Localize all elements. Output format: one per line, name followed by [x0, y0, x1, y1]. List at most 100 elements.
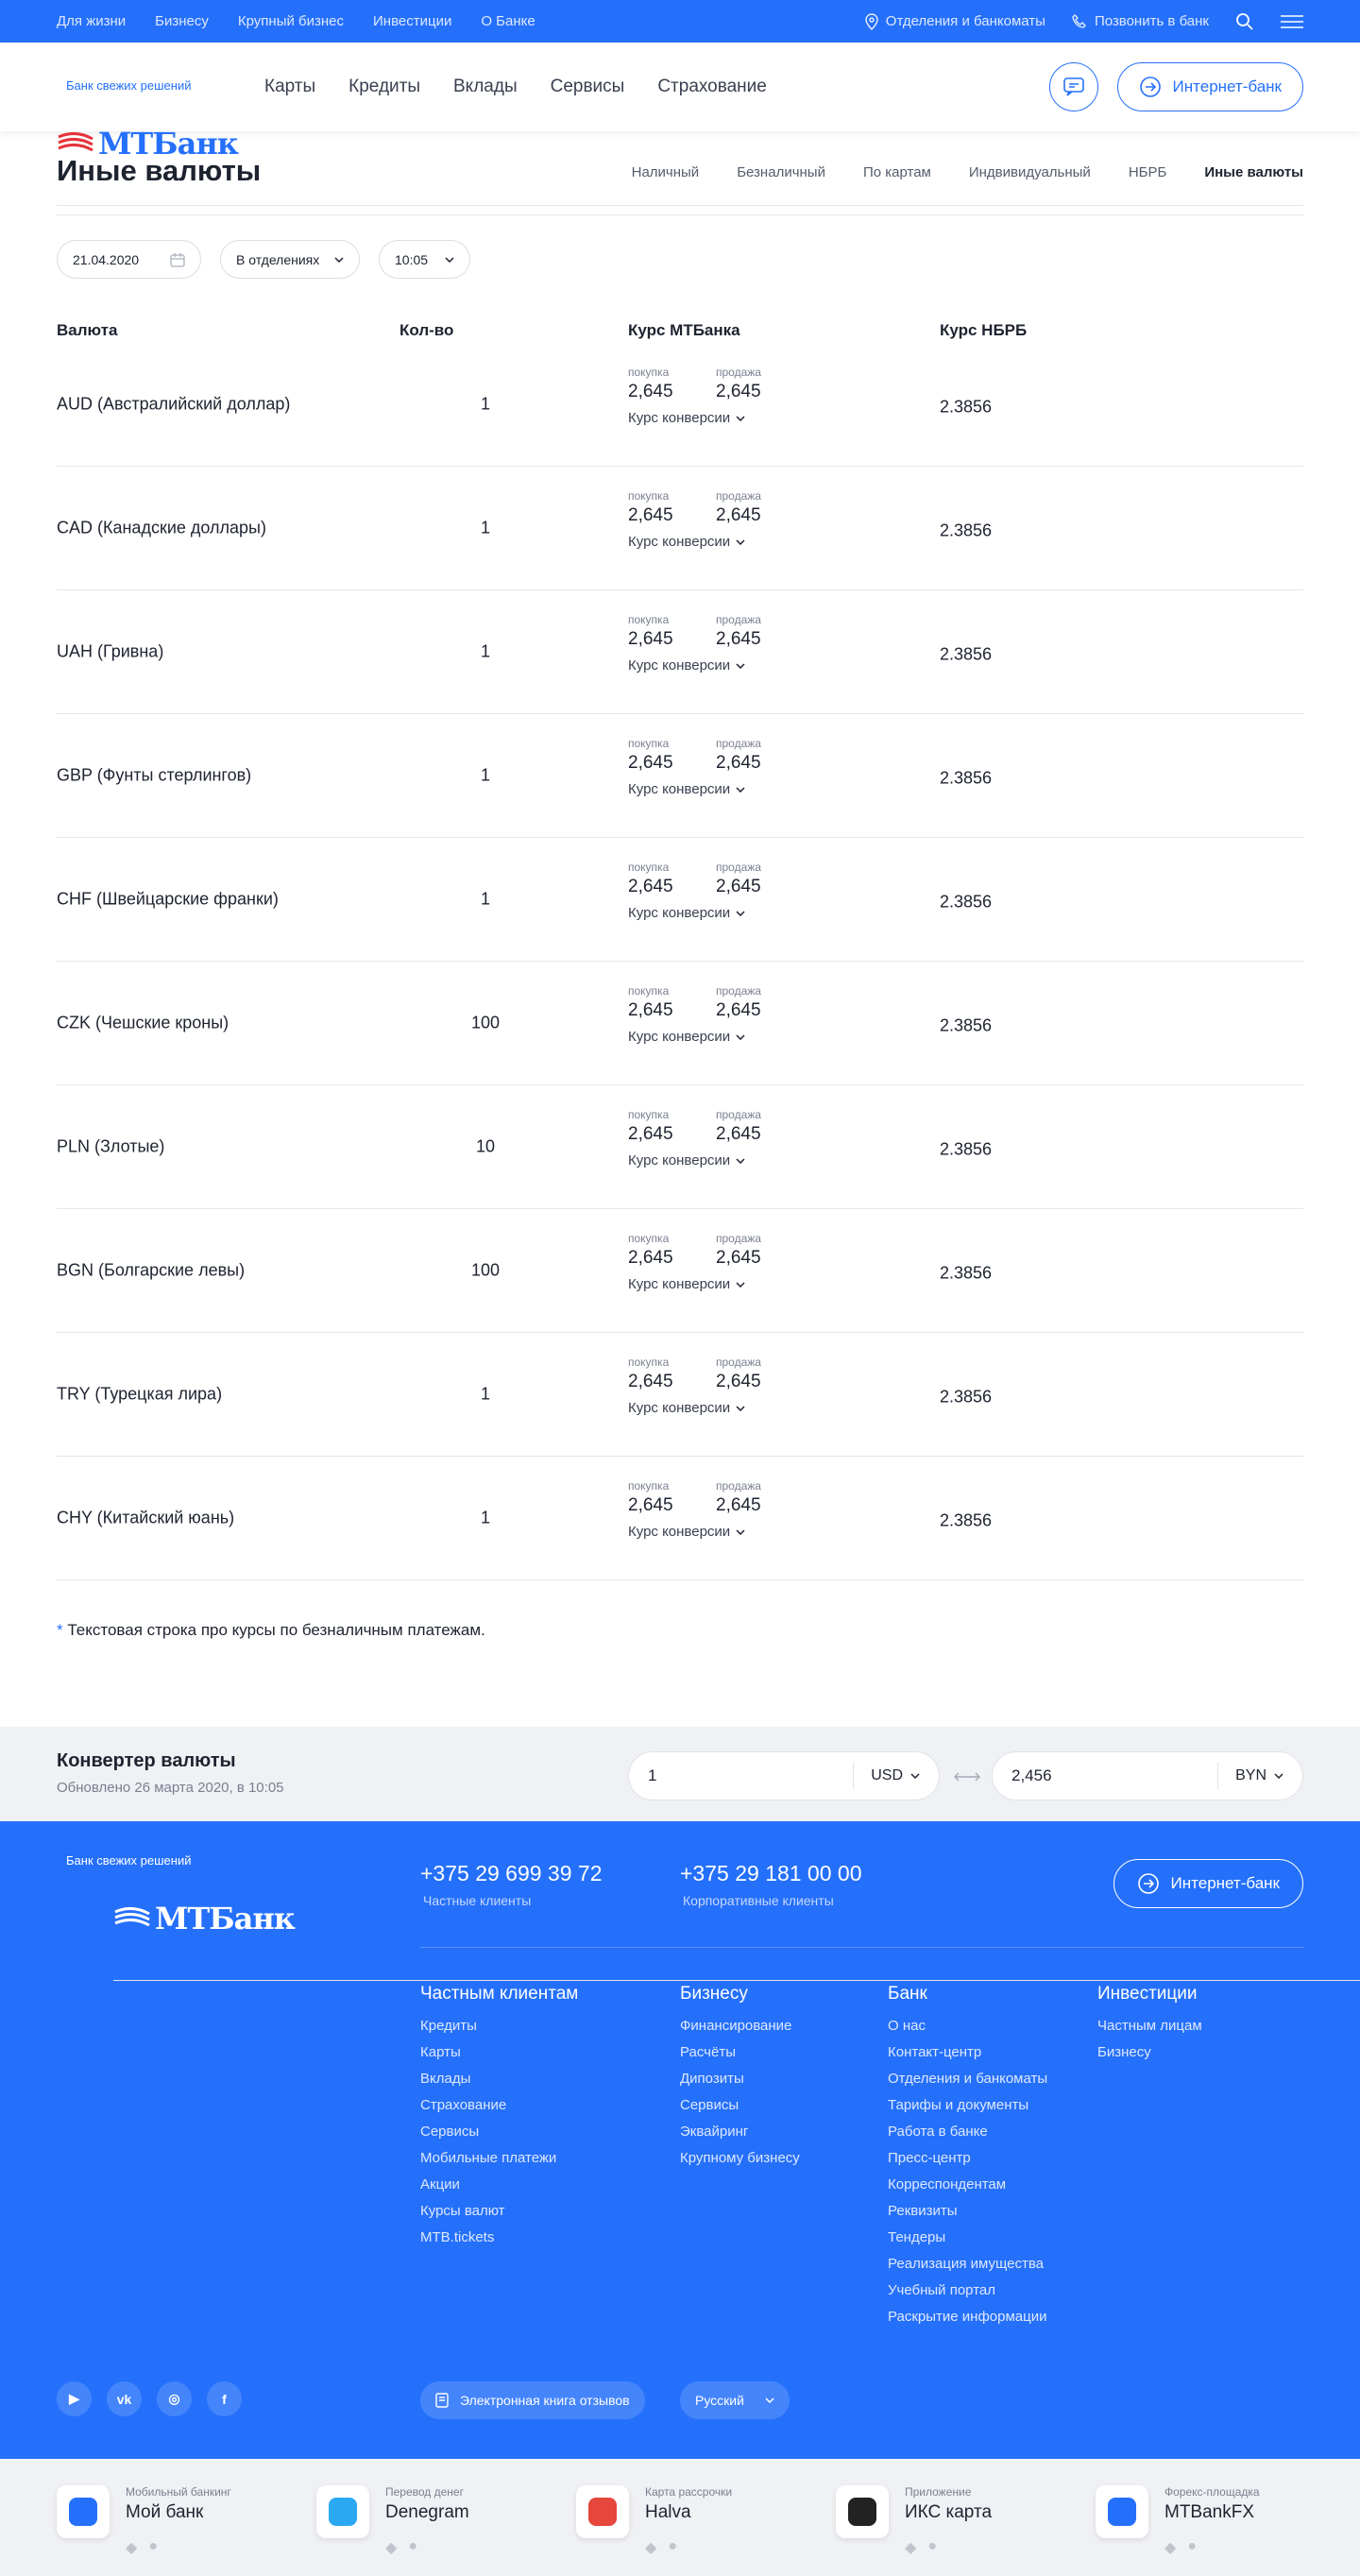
footer-divider — [420, 1947, 1303, 1948]
apple-icon[interactable]: ● — [148, 2538, 158, 2557]
footer-link[interactable]: Финансирование — [680, 2018, 800, 2044]
android-icon[interactable]: ◆ — [385, 2538, 397, 2557]
language-select[interactable]: Русский — [680, 2381, 790, 2419]
time-select[interactable]: 10:05 — [379, 240, 470, 279]
call-link[interactable]: Позвонить в банк — [1072, 13, 1209, 29]
app-item[interactable]: Форекс-площадка MTBankFX ◆ ● — [1096, 2485, 1260, 2557]
tab-item[interactable]: По картам — [863, 164, 931, 180]
conversion-rate-toggle[interactable]: Курс конверсии — [628, 905, 761, 921]
footer-link[interactable]: О нас — [888, 2018, 1047, 2044]
phone-private[interactable]: +375 29 699 39 72 — [420, 1861, 603, 1886]
from-currency-select[interactable]: USD — [853, 1763, 920, 1789]
app-item[interactable]: Карта рассрочки Halva ◆ ● — [576, 2485, 732, 2557]
footer-link[interactable]: Карты — [420, 2044, 578, 2071]
sell-rate: 2,645 — [716, 753, 761, 773]
footer-link[interactable]: Кредиты — [420, 2018, 578, 2044]
footer-link[interactable]: Мобильные платежи — [420, 2150, 578, 2176]
converter-to[interactable]: 2,456 BYN — [992, 1751, 1303, 1800]
footer-link[interactable]: Отделения и банкоматы — [888, 2071, 1047, 2097]
search-icon[interactable] — [1235, 12, 1254, 31]
app-item[interactable]: Перевод денег Denegram ◆ ● — [316, 2485, 469, 2557]
footnote-text: Текстовая строка про курсы по безналичны… — [67, 1621, 485, 1639]
top-link[interactable]: Бизнесу — [155, 13, 209, 29]
top-link[interactable]: Крупный бизнес — [238, 13, 344, 29]
app-item[interactable]: Мобильный банкинг Мой банк ◆ ● — [57, 2485, 231, 2557]
conversion-rate-toggle[interactable]: Курс конверсии — [628, 1400, 761, 1416]
youtube-icon[interactable]: ▶ — [57, 2381, 92, 2416]
to-amount[interactable]: 2,456 — [1012, 1766, 1052, 1785]
android-icon[interactable]: ◆ — [645, 2538, 656, 2557]
reviews-book-button[interactable]: Электронная книга отзывов — [420, 2381, 645, 2419]
facebook-icon[interactable]: f — [207, 2381, 242, 2416]
tab-item[interactable]: НБРБ — [1129, 164, 1167, 180]
footer-internet-bank-button[interactable]: Интернет-банк — [1113, 1859, 1303, 1908]
conversion-rate-toggle[interactable]: Курс конверсии — [628, 657, 761, 674]
footer-link[interactable]: MTB.tickets — [420, 2229, 578, 2256]
footer-link[interactable]: Сервисы — [680, 2097, 800, 2124]
tab-item[interactable]: Безналичный — [737, 164, 825, 180]
footer-link[interactable]: Дипозиты — [680, 2071, 800, 2097]
top-link[interactable]: Для жизни — [57, 13, 126, 29]
place-select[interactable]: В отделениях — [220, 240, 360, 279]
footer-link[interactable]: Учебный портал — [888, 2282, 1047, 2309]
chevron-down-icon — [736, 662, 745, 669]
tab-item[interactable]: Наличный — [632, 164, 700, 180]
currency-qty: 1 — [480, 1384, 490, 1404]
swap-icon[interactable] — [954, 1772, 980, 1782]
footer-link[interactable]: Тендеры — [888, 2229, 1047, 2256]
footer-link[interactable]: Страхование — [420, 2097, 578, 2124]
footer-link[interactable]: Расчёты — [680, 2044, 800, 2071]
apple-icon[interactable]: ● — [668, 2538, 677, 2557]
apple-icon[interactable]: ● — [408, 2538, 417, 2557]
footer-link[interactable]: Акции — [420, 2176, 578, 2203]
android-icon[interactable]: ◆ — [126, 2538, 137, 2557]
logo[interactable]: МТБанк Банк свежих решений — [57, 78, 1303, 206]
footer-link[interactable]: Курсы валют — [420, 2203, 578, 2229]
footer-link[interactable]: Частным лицам — [1097, 2018, 1202, 2044]
footer-link[interactable]: Работа в банке — [888, 2124, 1047, 2150]
footer-link[interactable]: Пресс-центр — [888, 2150, 1047, 2176]
footer-link[interactable]: Тарифы и документы — [888, 2097, 1047, 2124]
conversion-rate-toggle[interactable]: Курс конверсии — [628, 781, 761, 797]
footer-link[interactable]: Сервисы — [420, 2124, 578, 2150]
footer-link[interactable]: Контакт-центр — [888, 2044, 1047, 2071]
footer-link[interactable]: Бизнесу — [1097, 2044, 1202, 2071]
apple-icon[interactable]: ● — [927, 2538, 937, 2557]
branches-link[interactable]: Отделения и банкоматы — [865, 12, 1046, 30]
conversion-rate-toggle[interactable]: Курс конверсии — [628, 1029, 761, 1045]
from-amount[interactable]: 1 — [648, 1766, 656, 1785]
vk-icon[interactable]: vk — [107, 2381, 142, 2416]
conversion-rate-toggle[interactable]: Курс конверсии — [628, 1152, 761, 1169]
date-picker[interactable]: 21.04.2020 — [57, 240, 201, 279]
footer-logo[interactable]: МТБанк Банк свежих решений — [57, 1853, 1360, 1981]
instagram-icon[interactable]: ◎ — [157, 2381, 192, 2416]
conversion-rate-toggle[interactable]: Курс конверсии — [628, 1276, 761, 1292]
sell-rate: 2,645 — [716, 505, 761, 525]
sell-label: продажа — [716, 861, 761, 874]
footer-link[interactable]: Вклады — [420, 2071, 578, 2097]
sell-rate: 2,645 — [716, 1000, 761, 1020]
app-item[interactable]: Приложение ИКС карта ◆ ● — [836, 2485, 992, 2557]
footer-link[interactable]: Эквайринг — [680, 2124, 800, 2150]
top-link[interactable]: О Банке — [481, 13, 535, 29]
conversion-rate-toggle[interactable]: Курс конверсии — [628, 410, 761, 426]
phone-corporate[interactable]: +375 29 181 00 00 — [680, 1861, 862, 1886]
conversion-rate-toggle[interactable]: Курс конверсии — [628, 1524, 761, 1540]
footer-link[interactable]: Раскрытие информации — [888, 2309, 1047, 2335]
nbrb-rate: 2.3856 — [940, 1510, 993, 1530]
footer-link[interactable]: Реализация имущества — [888, 2256, 1047, 2282]
top-link[interactable]: Инвестиции — [373, 13, 451, 29]
footer-link[interactable]: Реквизиты — [888, 2203, 1047, 2229]
android-icon[interactable]: ◆ — [905, 2538, 916, 2557]
tab-item[interactable]: Иные валюты — [1204, 164, 1303, 180]
nbrb-rate: 2.3856 — [940, 1015, 993, 1035]
footer-link[interactable]: Крупному бизнесу — [680, 2150, 800, 2176]
android-icon[interactable]: ◆ — [1164, 2538, 1176, 2557]
tab-item[interactable]: Индвивидуальный — [969, 164, 1091, 180]
to-currency-select[interactable]: BYN — [1217, 1763, 1284, 1789]
conversion-rate-toggle[interactable]: Курс конверсии — [628, 534, 761, 550]
apple-icon[interactable]: ● — [1187, 2538, 1197, 2557]
footer-link[interactable]: Корреспондентам — [888, 2176, 1047, 2203]
converter-from[interactable]: 1 USD — [628, 1751, 940, 1800]
menu-icon[interactable] — [1281, 14, 1303, 29]
